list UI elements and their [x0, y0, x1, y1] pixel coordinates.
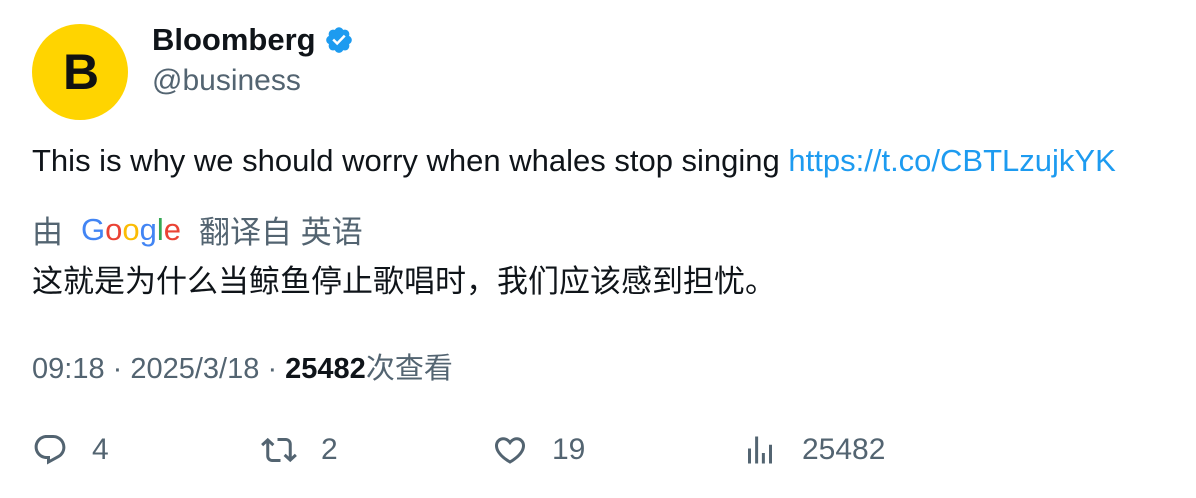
verified-badge-icon	[325, 27, 352, 53]
translation-attribution: 由 Google 翻译自 英语	[32, 207, 363, 252]
retweet-button[interactable]: 2	[261, 432, 338, 468]
translate-suffix: 翻译自 英语	[199, 215, 363, 250]
tweet-date[interactable]: 2025/3/18	[130, 353, 259, 385]
tweet-link[interactable]: https://t.co/CBTLzujkYK	[788, 143, 1115, 178]
meta-separator: ·	[267, 353, 286, 385]
reply-button[interactable]: 4	[32, 432, 109, 468]
retweet-icon	[261, 437, 297, 463]
views-count: 25482	[285, 353, 366, 385]
reply-count: 4	[92, 433, 109, 466]
avatar-logo-letter: B	[62, 44, 100, 100]
views-label: 次查看	[365, 353, 453, 385]
translate-prefix: 由	[32, 215, 63, 250]
like-count: 19	[552, 433, 586, 466]
tweet-body: This is why we should worry when whales …	[32, 143, 789, 178]
author-name-row: Bloomberg	[152, 22, 354, 58]
translated-text: 这就是为什么当鲸鱼停止歌唱时，我们应该感到担忧。	[32, 264, 776, 299]
like-icon	[494, 437, 526, 464]
meta-separator: ·	[112, 353, 131, 385]
author-handle[interactable]: @business	[152, 64, 301, 98]
views-icon	[748, 436, 772, 464]
views-button[interactable]: 25482	[742, 432, 885, 468]
avatar[interactable]: B	[32, 24, 128, 120]
tweet-meta: 09:18 · 2025/3/18 · 25482次查看	[32, 345, 453, 387]
retweet-count: 2	[321, 433, 338, 466]
views-action-count: 25482	[802, 433, 886, 466]
tweet-time[interactable]: 09:18	[32, 353, 105, 385]
reply-icon	[34, 435, 66, 465]
tweet-text: This is why we should worry when whales …	[32, 143, 1116, 179]
google-logo: Google	[81, 212, 181, 247]
author-display-name[interactable]: Bloomberg	[152, 22, 316, 58]
svg-text:Google: Google	[81, 212, 181, 247]
like-button[interactable]: 19	[492, 432, 585, 468]
